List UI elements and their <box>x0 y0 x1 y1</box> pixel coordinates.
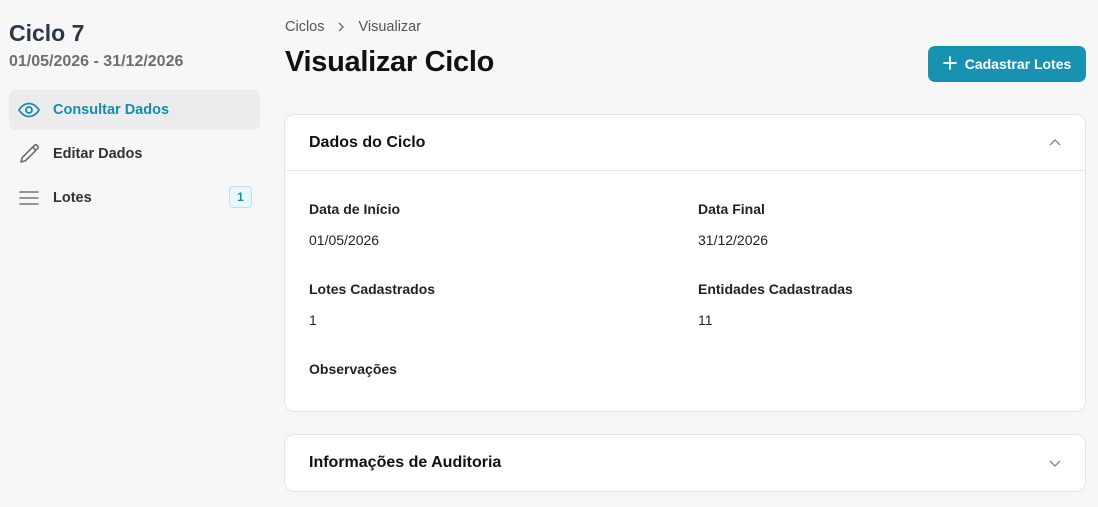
list-icon <box>17 186 41 210</box>
sidebar-item-lotes[interactable]: Lotes 1 <box>9 178 260 218</box>
lots-count-badge: 1 <box>229 186 252 208</box>
breadcrumb: Ciclos Visualizar <box>285 19 421 35</box>
sidebar-item-label: Consultar Dados <box>53 102 170 118</box>
cycle-dates: 01/05/2026 - 31/12/2026 <box>9 53 184 70</box>
breadcrumb-ciclos-link[interactable]: Ciclos <box>285 19 324 35</box>
sidebar-item-consultar-dados[interactable]: Consultar Dados <box>9 90 260 130</box>
end-date-value: 31/12/2026 <box>698 232 769 248</box>
sidebar: Ciclo 7 01/05/2026 - 31/12/2026 Consulta… <box>0 0 270 507</box>
sidebar-item-editar-dados[interactable]: Editar Dados <box>9 134 260 174</box>
cycle-data-card-header[interactable]: Dados do Ciclo <box>285 115 1085 171</box>
audit-info-card: Informações de Auditoria <box>284 434 1086 492</box>
sidebar-item-label: Lotes <box>53 190 92 206</box>
start-date-value: 01/05/2026 <box>309 232 380 248</box>
lots-registered-label: Lotes Cadastrados <box>309 281 436 297</box>
eye-icon <box>17 98 41 122</box>
audit-info-card-title: Informações de Auditoria <box>309 454 502 471</box>
cycle-data-card: Dados do Ciclo Data de Início 01/05/2026… <box>284 114 1086 412</box>
entities-registered-label: Entidades Cadastradas <box>698 281 853 297</box>
register-lots-button[interactable]: Cadastrar Lotes <box>928 46 1086 82</box>
sidebar-nav: Consultar Dados Editar Dados Lotes 1 <box>9 90 260 222</box>
chevron-up-icon[interactable] <box>1045 133 1065 153</box>
end-date-label: Data Final <box>698 201 765 217</box>
register-lots-label: Cadastrar Lotes <box>964 56 1072 72</box>
breadcrumb-current: Visualizar <box>358 19 422 35</box>
chevron-down-icon[interactable] <box>1045 453 1065 473</box>
pencil-icon <box>17 142 41 166</box>
audit-info-card-header[interactable]: Informações de Auditoria <box>285 435 1085 491</box>
entities-registered-value: 11 <box>698 312 713 328</box>
cycle-data-card-title: Dados do Ciclo <box>309 134 426 151</box>
page-title: Visualizar Ciclo <box>285 46 495 78</box>
sidebar-item-label: Editar Dados <box>53 146 143 162</box>
notes-label: Observações <box>309 361 397 377</box>
start-date-label: Data de Início <box>309 201 401 217</box>
plus-icon <box>942 55 957 73</box>
cycle-title: Ciclo 7 <box>9 20 85 46</box>
chevron-right-icon <box>336 21 346 33</box>
lots-registered-value: 1 <box>309 312 317 328</box>
